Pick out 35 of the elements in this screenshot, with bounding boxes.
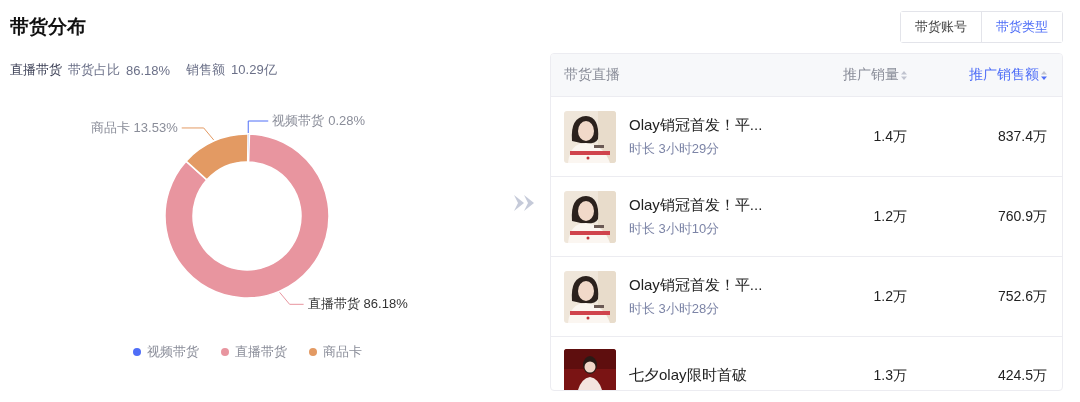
share-value: 86.18%: [126, 62, 171, 78]
sort-icon[interactable]: [1041, 70, 1047, 80]
leader-line: [279, 291, 305, 305]
live-title[interactable]: Olay销冠首发！平...: [629, 275, 763, 295]
double-arrow-icon: [514, 195, 536, 211]
legend-label: 视频带货: [147, 343, 199, 361]
slice-label: 商品卡 13.53%: [90, 119, 178, 135]
sales-label: 销售额: [186, 61, 226, 79]
slice-label: 直播带货 86.18%: [307, 296, 408, 312]
live-duration: 时长 3小时28分: [629, 299, 721, 318]
leader-line: [247, 120, 269, 134]
sales-amount: 424.5万: [996, 366, 1047, 385]
sales-amount: 760.9万: [996, 207, 1047, 226]
tab[interactable]: 带货类型: [981, 12, 1062, 42]
live-title[interactable]: 七夕olay限时首破: [629, 365, 747, 385]
sales-volume: 1.2万: [872, 287, 907, 306]
sales-amount: 752.6万: [996, 287, 1047, 306]
live-title[interactable]: Olay销冠首发！平...: [629, 115, 763, 135]
live-duration: 时长 3小时10分: [629, 219, 721, 238]
sales-volume: 1.2万: [872, 207, 907, 226]
legend-label: 直播带货: [235, 343, 287, 361]
column-header: 带货直播: [564, 66, 621, 84]
channel-label: 直播带货: [10, 61, 62, 79]
leader-line: [181, 127, 215, 141]
legend-label: 商品卡: [323, 343, 362, 361]
sales-value: 10.29亿: [231, 61, 277, 79]
live-title[interactable]: Olay销冠首发！平...: [629, 195, 763, 215]
live-duration: 时长 3小时29分: [629, 139, 721, 158]
sales-volume: 1.3万: [872, 366, 907, 385]
sales-amount: 837.4万: [996, 127, 1047, 146]
sales-volume: 1.4万: [872, 127, 907, 146]
share-label: 带货占比: [68, 61, 120, 79]
column-header[interactable]: 推广销售额: [907, 66, 1047, 84]
section-title: 带货分布: [10, 15, 86, 39]
slice-label: 视频带货 0.28%: [272, 113, 366, 128]
